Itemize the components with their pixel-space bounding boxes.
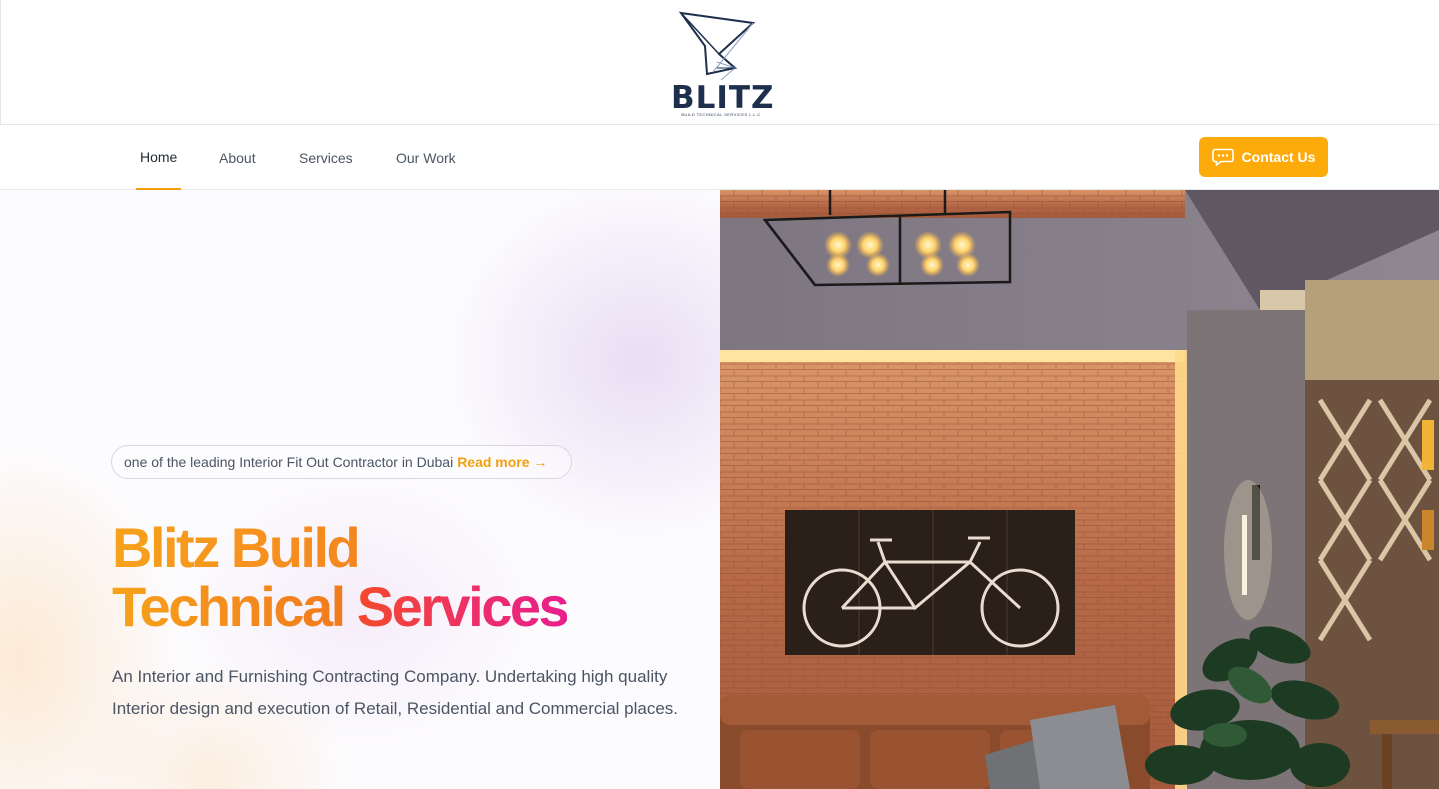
interior-lounge-photo	[720, 190, 1439, 789]
chat-bubble-icon	[1211, 148, 1234, 166]
hero-badge-text: one of the leading Interior Fit Out Cont…	[124, 454, 454, 470]
main-navbar: Home About Services Our Work Contact Us	[0, 125, 1439, 190]
logo-header: BLITZ BUILD TECHNICAL SERVICES L.L.C	[0, 0, 1439, 125]
hero-title-services: Services	[356, 575, 570, 638]
nav-services[interactable]: Services	[299, 125, 353, 189]
brand-name: BLITZ	[671, 80, 775, 116]
nav-about[interactable]: About	[219, 125, 256, 189]
hero-title-line1: Blitz Build	[112, 516, 361, 579]
contact-us-button[interactable]: Contact Us	[1199, 137, 1328, 177]
blitz-logo-mark-icon	[678, 11, 756, 81]
brand-logo[interactable]: BLITZ BUILD TECHNICAL SERVICES L.L.C	[671, 8, 775, 117]
hero-title: Blitz Build Technical Services	[112, 518, 712, 636]
hero-section: one of the leading Interior Fit Out Cont…	[0, 190, 720, 789]
contact-us-label: Contact Us	[1241, 149, 1316, 165]
hero-badge: one of the leading Interior Fit Out Cont…	[111, 445, 572, 479]
nav-home[interactable]: Home	[135, 125, 182, 190]
interior-scene-illustration	[720, 190, 1439, 789]
hero-description: An Interior and Furnishing Contracting C…	[112, 667, 679, 718]
brand-tagline: BUILD TECHNICAL SERVICES L.L.C	[681, 112, 761, 117]
hero-title-technical: Technical	[112, 575, 346, 638]
nav-our-work[interactable]: Our Work	[396, 125, 456, 189]
read-more-link[interactable]: Read more →	[457, 454, 547, 470]
